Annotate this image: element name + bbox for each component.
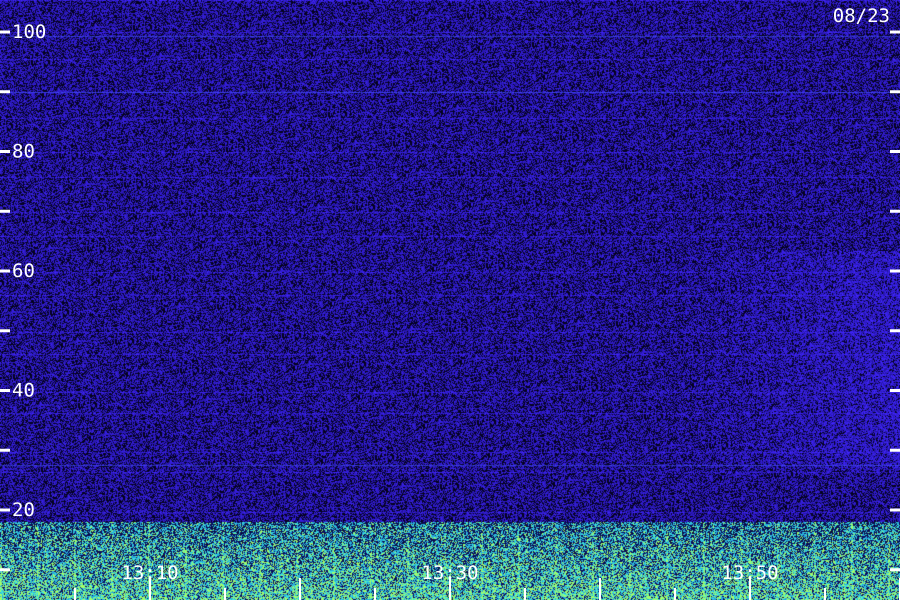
y-axis-ticks: 20 40 60 80 100	[0, 21, 900, 572]
y-tick-label: 100	[12, 21, 46, 43]
y-tick-label: 20	[12, 499, 35, 521]
spectrogram-chart: 20 40 60 80 100 13:10 13:30 13:50 08/23	[0, 0, 900, 600]
x-tick-label: 13:10	[121, 562, 178, 584]
axis-overlay: 20 40 60 80 100 13:10 13:30 13:50	[0, 21, 900, 600]
x-tick-label: 13:50	[721, 562, 778, 584]
x-axis-ticks: 13:10 13:30 13:50	[74, 562, 900, 600]
date-label: 08/23	[832, 5, 890, 27]
x-tick-label: 13:30	[421, 562, 478, 584]
y-tick-label: 80	[12, 141, 35, 163]
y-tick-label: 40	[12, 380, 35, 402]
y-tick-label: 60	[12, 260, 35, 282]
